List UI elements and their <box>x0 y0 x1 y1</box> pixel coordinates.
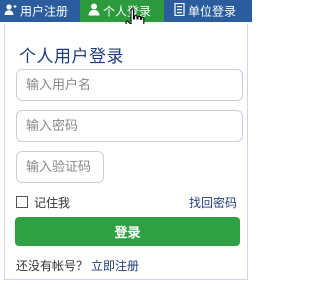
remember-me-label: 记住我 <box>34 195 71 210</box>
tab-user-register[interactable]: 用户注册 <box>0 0 80 22</box>
login-panel: 个人用户登录 记住我 找回密码 登录 还没有帐号？立即注册 <box>4 24 248 280</box>
tab-user-register-label: 用户注册 <box>20 4 69 19</box>
password-input[interactable] <box>16 110 243 142</box>
login-button[interactable]: 登录 <box>15 217 240 246</box>
person-icon <box>88 1 100 23</box>
building-icon <box>174 1 185 23</box>
forgot-password-link[interactable]: 找回密码 <box>189 194 237 211</box>
register-prompt: 还没有帐号？ 立即注册 <box>16 257 139 274</box>
captcha-input[interactable] <box>16 151 104 183</box>
user-plus-icon <box>4 1 17 23</box>
tab-personal-login[interactable]: 个人登录 <box>80 0 164 22</box>
login-title: 个人用户登录 <box>19 47 124 67</box>
remember-me-checkbox[interactable] <box>16 196 28 208</box>
no-account-text: 还没有帐号？ <box>16 259 89 273</box>
register-now-link[interactable]: 立即注册 <box>91 259 139 273</box>
username-input[interactable] <box>16 69 243 101</box>
tab-org-login-label: 单位登录 <box>188 4 237 19</box>
remember-me[interactable]: 记住我 <box>16 194 70 210</box>
tab-org-login[interactable]: 单位登录 <box>164 0 252 22</box>
